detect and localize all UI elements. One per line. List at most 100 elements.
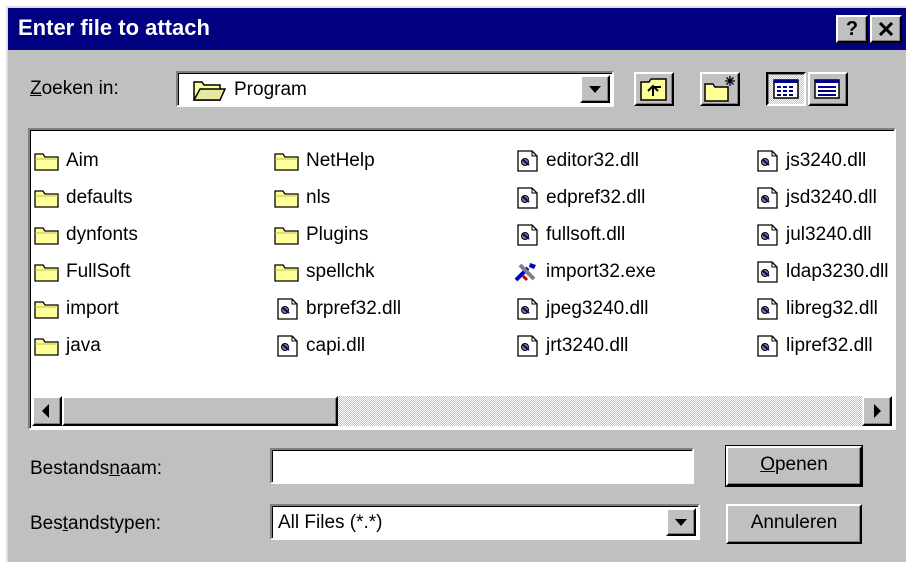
file-item[interactable]: lipref32.dll [754, 327, 888, 364]
dll-file-icon [754, 149, 780, 172]
file-name: jrt3240.dll [546, 334, 629, 356]
folder-item[interactable]: nls [274, 179, 401, 216]
folder-icon [34, 187, 60, 209]
file-item[interactable]: editor32.dll [514, 142, 656, 179]
lookin-combobox[interactable]: Program [176, 71, 614, 107]
filetype-select[interactable]: All Files (*.*) [270, 504, 700, 540]
file-name: FullSoft [66, 260, 131, 282]
folder-icon [34, 335, 60, 357]
close-button[interactable] [870, 15, 902, 43]
folder-item[interactable]: dynfonts [34, 216, 138, 253]
folder-icon [274, 150, 300, 172]
application-icon [514, 261, 540, 283]
dll-file-icon [514, 223, 540, 246]
folder-icon [274, 261, 300, 283]
file-name: editor32.dll [546, 149, 639, 171]
folder-icon [34, 298, 60, 320]
lookin-value: Program [234, 79, 307, 100]
file-item[interactable]: jrt3240.dll [514, 327, 656, 364]
lookin-label: Zoeken in: [30, 78, 119, 99]
file-name: jpeg3240.dll [546, 297, 649, 319]
file-name: fullsoft.dll [546, 223, 626, 245]
horizontal-scrollbar[interactable] [32, 396, 892, 426]
dll-file-icon [754, 223, 780, 246]
file-column: Aim defaults dynfonts FullSoft import java [34, 142, 138, 364]
dll-file-icon [514, 297, 540, 320]
file-item[interactable]: brpref32.dll [274, 290, 401, 327]
file-name: import [66, 297, 119, 319]
lookin-dropdown-button[interactable] [580, 75, 610, 103]
dll-file-icon [514, 149, 540, 172]
filename-input[interactable] [270, 448, 694, 484]
dll-file-icon [754, 334, 780, 357]
filename-label: Bestandsnaam: [30, 458, 163, 479]
up-one-level-button[interactable] [634, 72, 674, 106]
file-name: java [66, 334, 101, 356]
file-name: lipref32.dll [786, 334, 873, 356]
file-name: ldap3230.dll [786, 260, 889, 282]
file-column: js3240.dll jsd3240.dll jul3240.dll ldap3230… [754, 142, 888, 364]
file-item[interactable]: fullsoft.dll [514, 216, 656, 253]
close-icon [878, 21, 894, 37]
folder-item[interactable]: Plugins [274, 216, 401, 253]
file-item[interactable]: jpeg3240.dll [514, 290, 656, 327]
file-item[interactable]: js3240.dll [754, 142, 888, 179]
filetype-value: All Files (*.*) [278, 512, 383, 533]
cancel-button[interactable]: Annuleren [726, 504, 862, 544]
create-new-folder-button[interactable] [700, 72, 740, 106]
folder-item[interactable]: import [34, 290, 138, 327]
folder-icon [34, 150, 60, 172]
file-name: NetHelp [306, 149, 375, 171]
dll-file-icon [274, 334, 300, 357]
file-column: editor32.dll edpref32.dll fullsoft.dll impo… [514, 142, 656, 364]
folder-item[interactable]: Aim [34, 142, 138, 179]
dll-file-icon [754, 297, 780, 320]
help-button[interactable]: ? [836, 15, 868, 43]
file-item[interactable]: ldap3230.dll [754, 253, 888, 290]
filetype-dropdown-button[interactable] [666, 508, 696, 536]
list-view-button[interactable] [766, 72, 806, 106]
folder-item[interactable]: FullSoft [34, 253, 138, 290]
dll-file-icon [514, 334, 540, 357]
file-item[interactable]: jul3240.dll [754, 216, 888, 253]
folder-icon [34, 224, 60, 246]
file-list[interactable]: Aim defaults dynfonts FullSoft import java Net… [28, 128, 896, 430]
file-dialog: Enter file to attach ? Zoeken in: Progra… [6, 6, 906, 562]
file-item[interactable]: libreg32.dll [754, 290, 888, 327]
file-name: js3240.dll [786, 149, 867, 171]
scroll-right-button[interactable] [862, 396, 892, 426]
file-item[interactable]: jsd3240.dll [754, 179, 888, 216]
scroll-thumb[interactable] [62, 396, 338, 426]
file-name: capi.dll [306, 334, 366, 356]
scroll-left-button[interactable] [32, 396, 62, 426]
title-bar[interactable]: Enter file to attach ? [8, 8, 906, 50]
folder-item[interactable]: spellchk [274, 253, 401, 290]
file-column: NetHelp nls Plugins spellchk brpref32.dll cap… [274, 142, 401, 364]
file-name: spellchk [306, 260, 375, 282]
dll-file-icon [754, 186, 780, 209]
details-view-button[interactable] [808, 72, 848, 106]
open-button[interactable]: Openen [725, 445, 863, 487]
file-name: nls [306, 186, 331, 208]
window-title: Enter file to attach [18, 15, 210, 40]
folder-open-icon [192, 81, 226, 101]
list-view-icon [773, 79, 799, 99]
file-name: brpref32.dll [306, 297, 402, 319]
file-name: defaults [66, 186, 133, 208]
file-name: jul3240.dll [786, 223, 872, 245]
file-name: libreg32.dll [786, 297, 878, 319]
file-name: import32.exe [546, 260, 656, 282]
file-item[interactable]: edpref32.dll [514, 179, 656, 216]
details-view-icon [814, 79, 840, 99]
file-item[interactable]: capi.dll [274, 327, 401, 364]
dll-file-icon [754, 260, 780, 283]
file-name: edpref32.dll [546, 186, 646, 208]
folder-item[interactable]: java [34, 327, 138, 364]
folder-item[interactable]: NetHelp [274, 142, 401, 179]
new-folder-icon [704, 76, 735, 102]
dll-file-icon [274, 297, 300, 320]
folder-icon [34, 261, 60, 283]
folder-up-icon [640, 78, 667, 101]
file-item[interactable]: import32.exe [514, 253, 656, 290]
folder-item[interactable]: defaults [34, 179, 138, 216]
